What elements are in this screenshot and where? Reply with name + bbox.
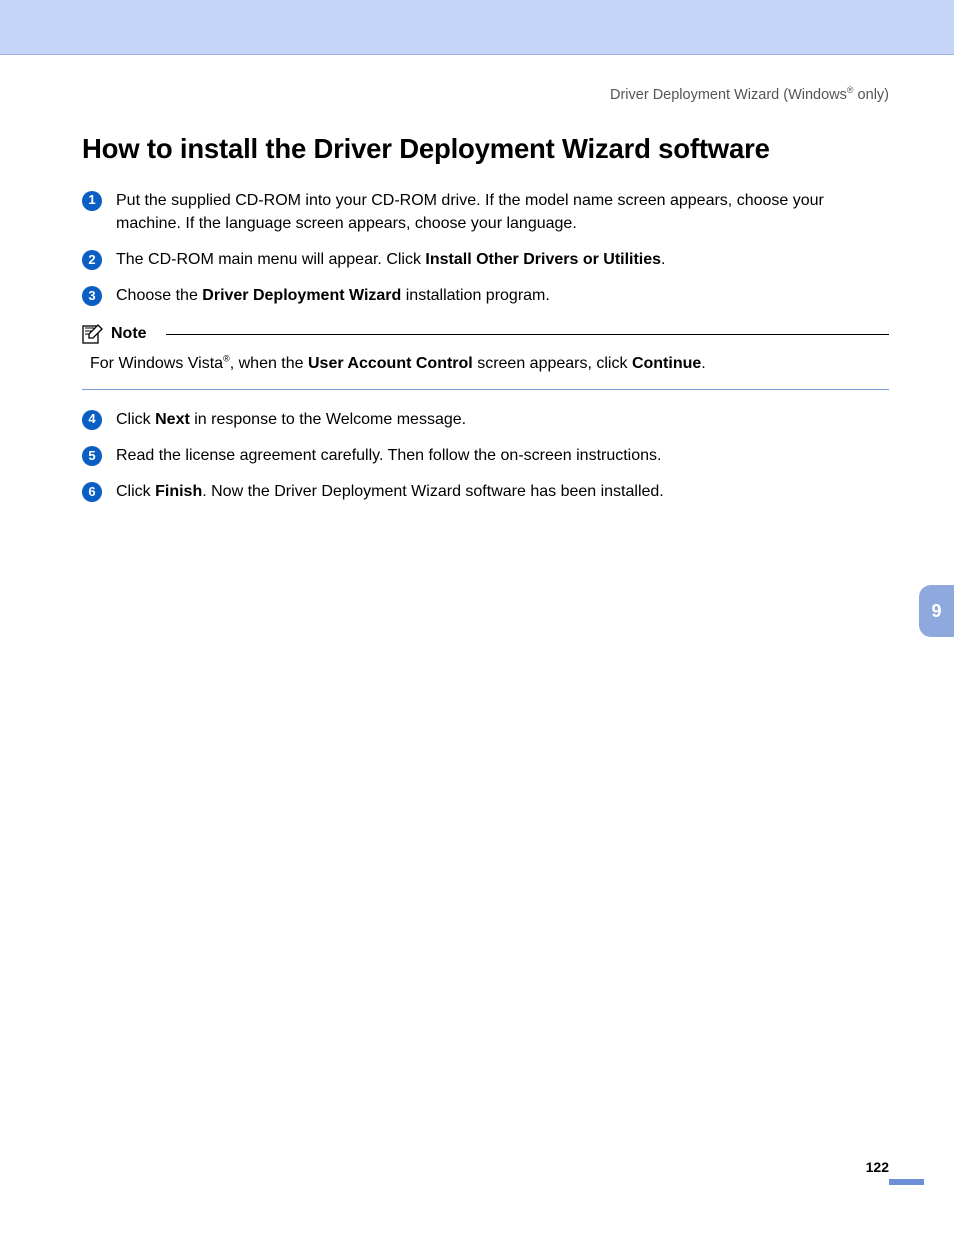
pencil-note-icon [82, 324, 104, 344]
step-item: 5 Read the license agreement carefully. T… [82, 444, 889, 467]
step-text: Read the license agreement carefully. Th… [116, 444, 889, 467]
breadcrumb-post: only) [854, 87, 889, 103]
section-tab-number: 9 [931, 601, 941, 622]
page-footer: 122 [866, 1159, 889, 1175]
step-item: 3 Choose the Driver Deployment Wizard ins… [82, 284, 889, 307]
breadcrumb-pre: Driver Deployment Wizard (Windows [610, 87, 847, 103]
footer-accent-bar [889, 1179, 924, 1185]
step-text: Click Next in response to the Welcome me… [116, 408, 889, 431]
section-tab: 9 [919, 585, 954, 637]
step-text: Put the supplied CD-ROM into your CD-ROM… [116, 189, 889, 235]
step-number-circle: 6 [82, 482, 102, 502]
step-text: The CD-ROM main menu will appear. Click … [116, 248, 889, 271]
steps-group-2: 4 Click Next in response to the Welcome m… [82, 408, 889, 504]
step-item: 4 Click Next in response to the Welcome m… [82, 408, 889, 431]
step-item: 2 The CD-ROM main menu will appear. Click… [82, 248, 889, 271]
breadcrumb: Driver Deployment Wizard (Windows® only) [82, 85, 889, 103]
step-number-circle: 1 [82, 191, 102, 211]
step-number-circle: 2 [82, 250, 102, 270]
step-item: 6 Click Finish. Now the Driver Deployment… [82, 480, 889, 503]
step-number-circle: 4 [82, 410, 102, 430]
page-content: Driver Deployment Wizard (Windows® only)… [0, 55, 954, 503]
step-number-circle: 3 [82, 286, 102, 306]
step-text: Click Finish. Now the Driver Deployment … [116, 480, 889, 503]
step-text: Choose the Driver Deployment Wizard inst… [116, 284, 889, 307]
steps-group-1: 1 Put the supplied CD-ROM into your CD-RO… [82, 189, 889, 308]
step-number-circle: 5 [82, 446, 102, 466]
note-body: For Windows Vista®, when the User Accoun… [82, 350, 889, 389]
note-label: Note [111, 325, 147, 343]
note-block: Note For Windows Vista®, when the User A… [82, 324, 889, 390]
note-header: Note [82, 324, 889, 344]
note-bottom-rule [82, 389, 889, 390]
page-number: 122 [866, 1159, 889, 1175]
note-top-rule [166, 334, 889, 335]
top-band [0, 0, 954, 55]
step-item: 1 Put the supplied CD-ROM into your CD-RO… [82, 189, 889, 235]
page-title: How to install the Driver Deployment Wiz… [82, 133, 889, 165]
registered-mark: ® [847, 85, 854, 95]
